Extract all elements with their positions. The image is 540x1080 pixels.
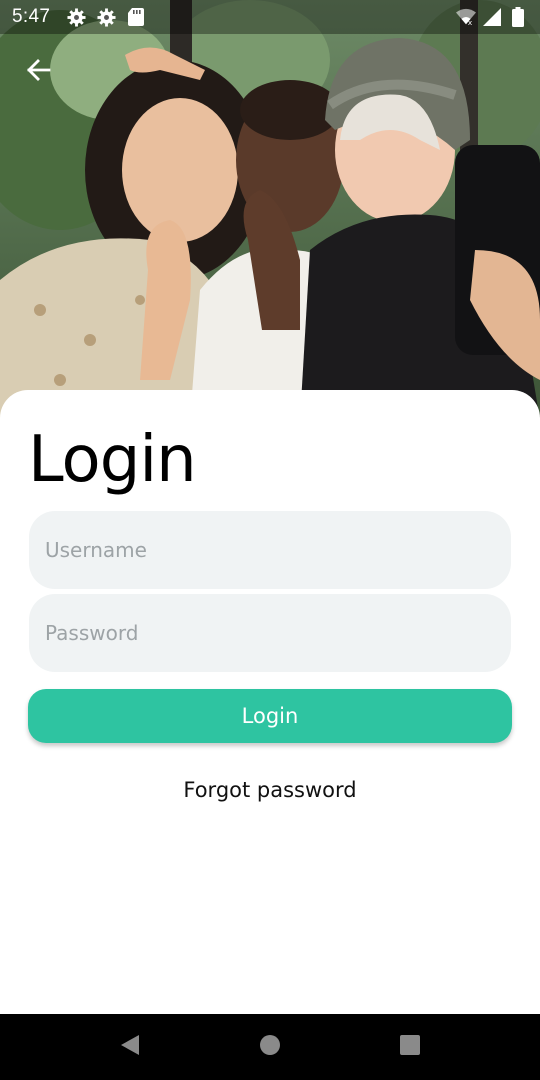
signal-icon <box>482 7 502 27</box>
nav-back-button[interactable] <box>105 1022 155 1072</box>
login-screen: 5:47 x Login Username Login Forgot passw… <box>0 0 540 1080</box>
username-input[interactable] <box>29 511 511 589</box>
back-button[interactable] <box>18 52 58 92</box>
nav-home-button[interactable] <box>245 1022 295 1072</box>
sd-card-icon <box>126 7 146 27</box>
back-triangle-icon <box>120 1034 140 1061</box>
login-sheet: Login Login Forgot password <box>0 390 540 1014</box>
page-title: Login <box>28 423 197 497</box>
status-left-icons <box>66 7 146 27</box>
battery-icon <box>508 7 528 27</box>
gear-icon <box>96 7 116 27</box>
navigation-bar <box>0 1014 540 1080</box>
svg-text:x: x <box>468 18 473 26</box>
wifi-icon: x <box>456 7 476 27</box>
forgot-password-link[interactable]: Forgot password <box>0 778 540 802</box>
home-circle-icon <box>259 1034 281 1061</box>
status-bar: 5:47 x <box>0 0 540 34</box>
status-time: 5:47 <box>12 6 51 27</box>
gear-icon <box>66 7 86 27</box>
hero-photo <box>0 0 540 420</box>
recents-square-icon <box>400 1034 420 1060</box>
password-input[interactable] <box>29 594 511 672</box>
login-button[interactable]: Login <box>28 689 512 743</box>
arrow-left-icon <box>25 58 51 87</box>
status-right-icons: x <box>456 7 528 27</box>
nav-recents-button[interactable] <box>385 1022 435 1072</box>
